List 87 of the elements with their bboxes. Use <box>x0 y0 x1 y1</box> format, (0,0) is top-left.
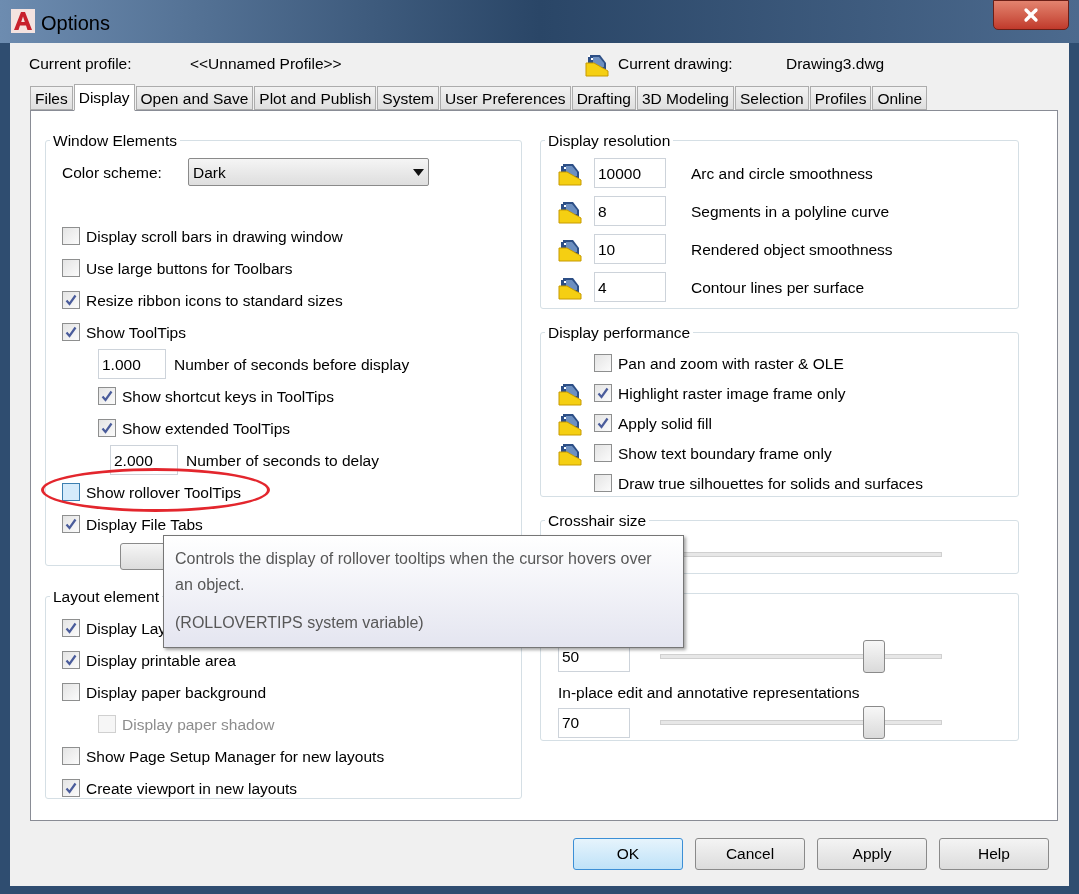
checkbox[interactable] <box>62 515 80 534</box>
checkbox-label: Show ToolTips <box>86 322 186 343</box>
tab[interactable]: Display <box>73 84 135 111</box>
checkbox[interactable] <box>62 259 80 278</box>
checkbox-label: Apply solid fill <box>618 413 712 434</box>
checkbox[interactable] <box>594 354 612 373</box>
checkbox[interactable] <box>594 444 612 463</box>
dialog-button[interactable]: Apply <box>817 838 927 870</box>
group-title: Display performance <box>547 323 692 343</box>
checkbox[interactable] <box>62 291 80 310</box>
tooltip-text: Controls the display of rollover tooltips when the cursor hovers over an object. <box>175 549 653 595</box>
tab[interactable]: User Preferences <box>440 86 571 110</box>
field-label: Rendered object smoothness <box>691 239 893 260</box>
slider-thumb[interactable] <box>863 640 886 673</box>
window-title: Options <box>41 11 110 36</box>
field-label: Arc and circle smoothness <box>691 163 873 184</box>
tooltip-note: (ROLLOVERTIPS system variable) <box>175 613 425 633</box>
checkbox-label: Pan and zoom with raster & OLE <box>618 353 844 374</box>
slider-thumb[interactable] <box>863 706 886 740</box>
group-title: Display resolution <box>547 131 672 151</box>
tab[interactable]: 3D Modeling <box>636 86 734 110</box>
tab[interactable]: System <box>377 86 439 110</box>
group-title: Crosshair size <box>547 511 648 531</box>
field-label: Number of seconds to delay <box>186 450 379 471</box>
checkbox-label: Highlight raster image frame only <box>618 383 846 404</box>
tab[interactable]: Online <box>872 86 928 110</box>
tab[interactable]: Profiles <box>809 86 872 110</box>
field-label: Segments in a polyline curve <box>691 201 890 222</box>
checkbox-label: Show shortcut keys in ToolTips <box>122 386 334 407</box>
checkbox[interactable] <box>594 384 612 403</box>
checkbox[interactable] <box>62 323 80 342</box>
tab[interactable]: Plot and Publish <box>254 86 377 110</box>
tab[interactable]: Selection <box>734 86 809 110</box>
group-title: Window Elements <box>52 131 179 151</box>
checkbox-label: Display printable area <box>86 650 236 671</box>
checkbox[interactable] <box>62 779 80 798</box>
checkbox-label: Use large buttons for Toolbars <box>86 258 293 279</box>
checkbox-label: Display paper shadow <box>122 714 275 735</box>
checkbox-label: Draw true silhouettes for solids and surfaces <box>618 473 923 494</box>
close-icon <box>1021 5 1041 25</box>
input-field[interactable]: 8 <box>594 196 666 227</box>
checkbox-label: Show rollover ToolTips <box>86 482 242 503</box>
field-label: Color scheme: <box>62 162 163 183</box>
checkbox[interactable] <box>62 619 80 638</box>
checkbox[interactable] <box>62 651 80 670</box>
slider-label: In-place edit and annotative representations <box>558 683 861 703</box>
profile-name: <<Unnamed Profile>> <box>190 54 343 75</box>
slider[interactable] <box>660 706 942 740</box>
checkbox-label: Display paper background <box>86 682 267 703</box>
checkbox-label: Display scroll bars in drawing window <box>86 226 343 247</box>
checkbox[interactable] <box>98 419 116 438</box>
tab[interactable]: Files <box>30 86 73 110</box>
checkbox-label: Show text boundary frame only <box>618 443 832 464</box>
dropdown-arrow-icon <box>413 168 424 176</box>
dialog-button[interactable]: Help <box>939 838 1049 870</box>
dropdown[interactable]: Dark <box>188 158 429 187</box>
app-logo-icon <box>11 9 35 33</box>
checkbox-label: Resize ribbon icons to standard sizes <box>86 290 343 311</box>
profile-label: Current profile: <box>29 54 133 75</box>
checkbox[interactable] <box>594 474 612 493</box>
checkbox[interactable] <box>62 483 80 502</box>
checkbox[interactable] <box>62 227 80 246</box>
checkbox-label: Create viewport in new layouts <box>86 778 298 799</box>
checkbox-label: Show extended ToolTips <box>122 418 291 439</box>
input-field[interactable]: 10000 <box>594 158 666 189</box>
input-field[interactable]: 10 <box>594 234 666 265</box>
field-label: Contour lines per surface <box>691 277 865 298</box>
dialog-button[interactable]: Cancel <box>695 838 805 870</box>
input-field[interactable]: 1.000 <box>98 349 166 380</box>
slider[interactable] <box>660 640 942 673</box>
checkbox[interactable] <box>98 387 116 406</box>
drawing-label: Current drawing: <box>618 54 734 75</box>
drawing-name: Drawing3.dwg <box>786 54 885 75</box>
checkbox[interactable] <box>62 683 80 702</box>
checkbox-label: Display File Tabs <box>86 514 203 535</box>
input-field[interactable]: 4 <box>594 272 666 303</box>
dialog-button[interactable]: OK <box>573 838 683 870</box>
checkbox[interactable] <box>594 414 612 433</box>
tab[interactable]: Drafting <box>571 86 636 110</box>
input-field[interactable]: 2.000 <box>110 445 178 476</box>
close-button[interactable] <box>993 0 1069 30</box>
input-field[interactable]: 70 <box>558 707 630 738</box>
field-label: Number of seconds before display <box>174 354 410 375</box>
checkbox[interactable] <box>62 747 80 766</box>
checkbox-label: Show Page Setup Manager for new layouts <box>86 746 385 767</box>
group-title: Layout element <box>52 587 160 607</box>
tab[interactable]: Open and Save <box>135 86 254 110</box>
